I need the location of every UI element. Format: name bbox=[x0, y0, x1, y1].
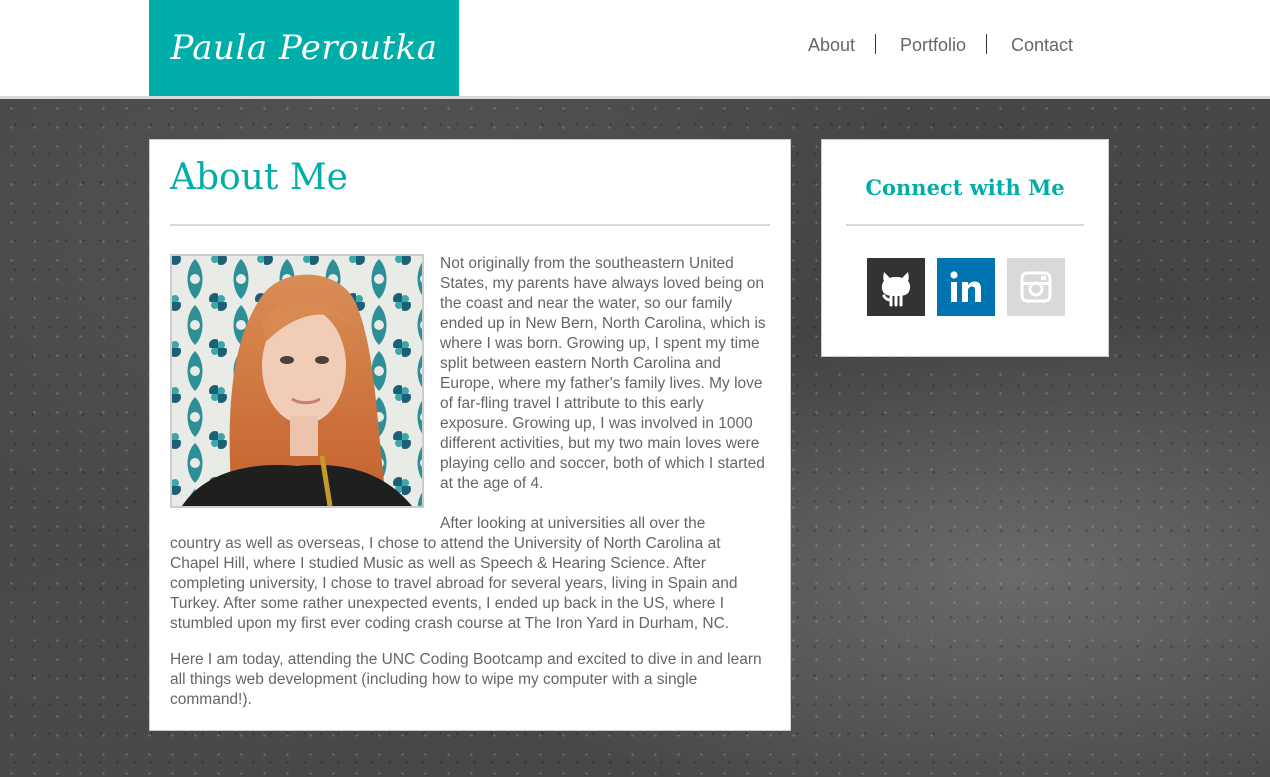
about-paragraph-3: Here I am today, attending the UNC Codin… bbox=[170, 650, 772, 710]
linkedin-icon bbox=[950, 271, 981, 302]
github-link[interactable] bbox=[867, 258, 925, 316]
instagram-link[interactable] bbox=[1007, 258, 1065, 316]
about-divider bbox=[170, 224, 770, 226]
nav-divider bbox=[875, 34, 876, 54]
nav-about-link[interactable]: About bbox=[808, 34, 855, 56]
about-paragraph-1: Not originally from the southeastern Uni… bbox=[440, 255, 766, 492]
connect-divider bbox=[846, 224, 1084, 226]
linkedin-link[interactable] bbox=[937, 258, 995, 316]
profile-photo bbox=[170, 254, 424, 508]
main-nav: About Portfolio Contact bbox=[0, 34, 1270, 56]
site-header: Paula Peroutka About Portfolio Contact bbox=[0, 0, 1270, 99]
connect-card: Connect with Me bbox=[821, 139, 1109, 357]
nav-contact-link[interactable]: Contact bbox=[1011, 34, 1073, 56]
nav-portfolio-link[interactable]: Portfolio bbox=[900, 34, 966, 56]
about-paragraph-2-text: country as well as overseas, I chose to … bbox=[170, 535, 738, 632]
about-paragraph-2-start: After looking at universities all over t… bbox=[440, 515, 706, 532]
about-card: About Me Not originally from the southea… bbox=[149, 139, 791, 731]
about-paragraph-3-text: Here I am today, attending the UNC Codin… bbox=[170, 651, 762, 708]
nav-divider bbox=[986, 34, 987, 54]
connect-title: Connect with Me bbox=[865, 175, 1065, 200]
profile-photo-image bbox=[172, 256, 422, 506]
github-icon bbox=[881, 272, 911, 307]
about-title: About Me bbox=[170, 157, 348, 198]
about-paragraph-2: country as well as overseas, I chose to … bbox=[170, 534, 772, 634]
instagram-icon bbox=[1020, 271, 1052, 303]
